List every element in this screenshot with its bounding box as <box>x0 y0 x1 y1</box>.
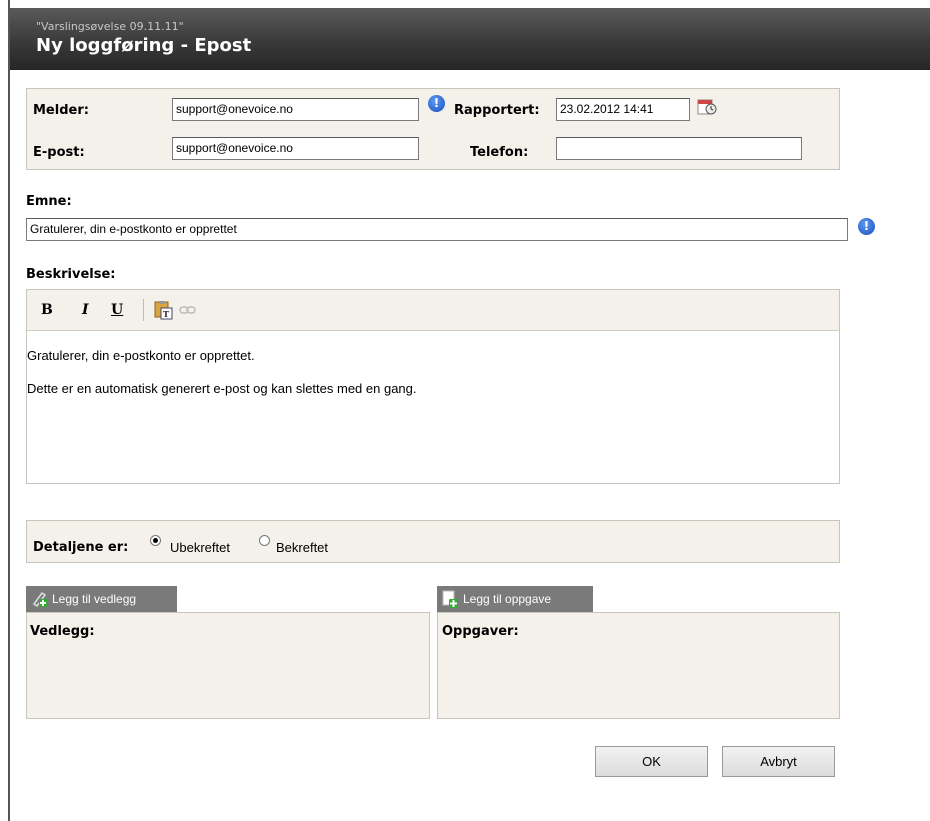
paste-text-icon[interactable]: T <box>153 300 173 320</box>
epost-label: E-post: <box>33 145 85 160</box>
vedlegg-heading: Vedlegg: <box>30 624 95 639</box>
editor-toolbar: B I U T <box>27 290 839 331</box>
radio-bekreftet-label: Bekreftet <box>276 540 329 555</box>
telefon-label: Telefon: <box>470 145 529 160</box>
telefon-input[interactable] <box>556 137 802 160</box>
link-icon[interactable] <box>179 304 197 316</box>
attachment-add-icon <box>32 591 47 608</box>
description-editor: B I U T Gratulerer, din e-postkonto er o… <box>26 289 840 484</box>
description-line: Dette er en automatisk generert e-post o… <box>27 381 417 396</box>
svg-text:T: T <box>163 309 169 319</box>
editor-body[interactable]: Gratulerer, din e-postkonto er opprettet… <box>27 331 839 396</box>
details-panel <box>26 520 840 563</box>
toolbar-divider <box>143 299 144 321</box>
window-frame <box>8 0 10 821</box>
exercise-name: "Varslingsøvelse 09.11.11" <box>36 20 184 33</box>
info-icon[interactable]: ! <box>858 218 875 235</box>
bold-button[interactable]: B <box>41 302 53 318</box>
underline-button[interactable]: U <box>111 302 123 318</box>
rapportert-input[interactable]: 23.02.2012 14:41 <box>556 98 690 121</box>
dialog-title: Ny loggføring - Epost <box>36 35 252 56</box>
melder-label: Melder: <box>33 103 89 118</box>
emne-label: Emne: <box>26 194 72 209</box>
beskrivelse-label: Beskrivelse: <box>26 267 116 282</box>
radio-ubekreftet-label: Ubekreftet <box>170 540 230 555</box>
radio-ubekreftet[interactable] <box>150 535 161 546</box>
rapportert-label: Rapportert: <box>454 103 540 118</box>
epost-input[interactable]: support@onevoice.no <box>172 137 419 160</box>
cancel-button[interactable]: Avbryt <box>722 746 835 777</box>
radio-bekreftet[interactable] <box>259 535 270 546</box>
description-line: Gratulerer, din e-postkonto er opprettet… <box>27 348 255 363</box>
oppgaver-heading: Oppgaver: <box>442 624 519 639</box>
task-add-icon <box>442 590 458 608</box>
add-attachment-button[interactable]: Legg til vedlegg <box>26 586 177 612</box>
add-task-button[interactable]: Legg til oppgave <box>437 586 593 612</box>
add-task-label: Legg til oppgave <box>463 592 552 606</box>
info-icon[interactable]: ! <box>428 95 445 112</box>
calendar-icon[interactable] <box>697 98 717 116</box>
add-attachment-label: Legg til vedlegg <box>52 592 137 606</box>
details-label: Detaljene er: <box>33 540 129 555</box>
dialog-header: "Varslingsøvelse 09.11.11" Ny loggføring… <box>10 8 930 70</box>
ok-button[interactable]: OK <box>595 746 708 777</box>
italic-button[interactable]: I <box>82 302 89 318</box>
melder-input[interactable]: support@onevoice.no <box>172 98 419 121</box>
emne-input[interactable]: Gratulerer, din e-postkonto er opprettet <box>26 218 848 241</box>
